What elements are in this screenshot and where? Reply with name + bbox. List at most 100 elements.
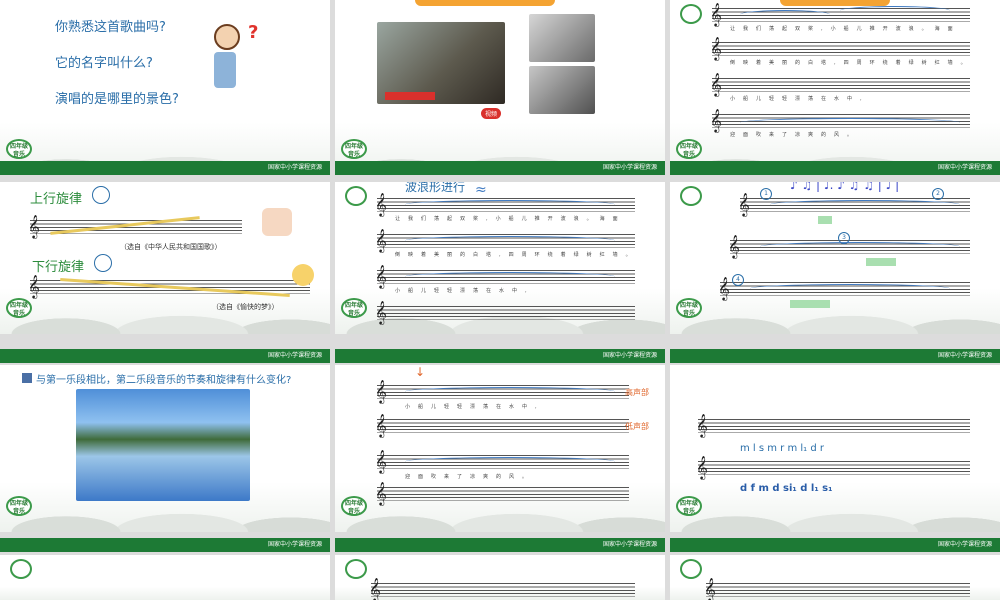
mountain-bg	[670, 484, 1000, 532]
lake-pagoda-photo	[76, 389, 250, 501]
question-icon	[22, 373, 32, 383]
singing-children-illustration	[262, 208, 292, 236]
lyric-line-1: 让我们荡起双桨,小船儿推开波浪。海面	[730, 26, 961, 32]
thinking-boy-illustration	[214, 24, 240, 94]
slide-8[interactable]: ↓ 𝄞 小船儿轻轻漂荡在水中, 𝄞 高声部 低声部 𝄞 迎面吹来了凉爽的风。 𝄞…	[335, 365, 665, 532]
grade-badge: 四年级音乐	[6, 139, 32, 159]
melody-contour	[740, 10, 830, 19]
melody-contour	[770, 200, 960, 209]
logo-icon	[680, 559, 702, 579]
footer-bar: 国家中小学课程资源	[670, 161, 1000, 175]
staff-line-2: 𝄞	[710, 36, 970, 60]
footer-bar: 国家中小学课程资源	[670, 538, 1000, 552]
melody-contour	[405, 236, 615, 245]
grade-badge: 四年级音乐	[6, 496, 32, 516]
highlight-lyric	[790, 300, 830, 308]
highlight-lyric	[866, 258, 896, 266]
staff-upper: 𝄞	[696, 413, 970, 437]
staff-lower: 𝄞	[696, 455, 970, 479]
solfege-lower: d f m d si₁ d l₁ s₁	[740, 483, 833, 494]
lyric-line-1: 让我们荡起双桨,小船儿推开波浪。海面	[395, 216, 626, 222]
slide-3[interactable]: 𝄞 让我们荡起双桨,小船儿推开波浪。海面 𝄞 倒映着美丽的白塔,四周环绕着绿树红…	[670, 0, 1000, 175]
staff-lower-2: 𝄞	[375, 481, 629, 505]
melody-contour	[740, 118, 960, 127]
logo-icon	[345, 559, 367, 579]
rhythm-pattern: ♪ ♫ | ♩. ♪ ♫ ♫ | ♩ |	[790, 182, 900, 192]
melody-contour	[405, 272, 615, 281]
question-3: 演唱的是哪里的景色?	[55, 92, 179, 107]
solfege-upper: m l s m r m l₁ d r	[740, 443, 824, 454]
note-icon	[94, 254, 112, 272]
lyric-line-3: 小船儿轻轻漂荡在水中,	[730, 96, 870, 102]
grade-badge: 四年级音乐	[676, 298, 702, 318]
movie-still-photo-3	[529, 66, 595, 114]
footer-bar: 国家中小学课程资源	[335, 349, 665, 363]
slide-title-banner	[780, 0, 890, 6]
slide-6[interactable]: ♪ ♫ | ♩. ♪ ♫ ♫ | ♩ | 𝄞 𝄞 𝄞 1 2 3 4 四年级音乐	[670, 182, 1000, 334]
lyric-line-2: 倒映着美丽的白塔,四周环绕着绿树红墙。	[395, 252, 639, 258]
movie-still-photo-2	[529, 14, 595, 62]
slide-9[interactable]: 𝄞 m l s m r m l₁ d r 𝄞 d f m d si₁ d l₁ …	[670, 365, 1000, 532]
descending-melody-label: 下行旋律	[32, 260, 85, 275]
question-1: 你熟悉这首歌曲吗?	[55, 20, 166, 35]
logo-icon	[10, 559, 32, 579]
melody-contour	[750, 284, 950, 293]
lyric-line-2: 倒映着美丽的白塔,四周环绕着绿树红墙。	[730, 60, 974, 66]
phrase-marker-1: 1	[760, 188, 772, 200]
slide-5[interactable]: 波浪形进行 ≈ 𝄞 让我们荡起双桨,小船儿推开波浪。海面 𝄞 倒映着美丽的白塔,…	[335, 182, 665, 334]
footer-bar: 国家中小学课程资源	[0, 538, 330, 552]
melody-contour	[405, 457, 615, 466]
lyric-line-4: 迎面吹来了凉爽的风。	[730, 132, 861, 138]
footer-bar: 国家中小学课程资源	[0, 161, 330, 175]
logo-icon	[680, 186, 702, 206]
question-mark-icon: ?	[248, 22, 259, 43]
footer-bar: 国家中小学课程资源	[0, 349, 330, 363]
staff-line-1: 𝄞	[369, 577, 635, 600]
question-2: 它的名字叫什么?	[55, 56, 153, 71]
melody-contour	[405, 387, 615, 396]
moon-illustration	[292, 264, 314, 286]
footer-bar: 国家中小学课程资源	[670, 349, 1000, 363]
down-arrow-icon: ↓	[415, 365, 426, 379]
slide-12[interactable]: 𝄞	[670, 555, 1000, 600]
low-voice-label: 低声部	[625, 422, 649, 431]
descending-source: （选自《愉快的梦》）	[212, 303, 279, 311]
grade-badge: 四年级音乐	[676, 496, 702, 516]
footer-bar: 国家中小学课程资源	[335, 538, 665, 552]
slide-title: 波浪形进行	[405, 182, 466, 194]
slide-7[interactable]: 与第一乐段相比，第二乐段音乐的节奏和旋律有什么变化? 四年级音乐	[0, 365, 330, 532]
footer-bar: 国家中小学课程资源	[335, 161, 665, 175]
lyric-line-3: 小船儿轻轻漂荡在水中,	[405, 404, 545, 410]
phrase-marker-2: 2	[932, 188, 944, 200]
video-tag[interactable]: 视频	[481, 108, 502, 119]
slide-2[interactable]: 视频 四年级音乐	[335, 0, 665, 175]
slide-1[interactable]: 你熟悉这首歌曲吗? 它的名字叫什么? 演唱的是哪里的景色? ? 四年级音乐	[0, 0, 330, 175]
slide-title-banner	[415, 0, 555, 6]
melody-contour	[840, 6, 950, 15]
grade-badge: 四年级音乐	[341, 496, 367, 516]
wave-icon: ≈	[475, 182, 487, 198]
phrase-marker-4: 4	[732, 274, 744, 286]
question-text: 与第一乐段相比，第二乐段音乐的节奏和旋律有什么变化?	[36, 375, 292, 386]
slide-4[interactable]: 上行旋律 𝄞 （选自《中华人民共和国国歌》） 下行旋律 𝄞 （选自《愉快的梦》）…	[0, 182, 330, 334]
grade-badge: 四年级音乐	[676, 139, 702, 159]
grade-badge: 四年级音乐	[6, 298, 32, 318]
melody-contour	[405, 200, 615, 209]
grade-badge: 四年级音乐	[341, 298, 367, 318]
logo-icon	[680, 4, 702, 24]
slide-11[interactable]: 𝄞	[335, 555, 665, 600]
slide-10[interactable]	[0, 555, 330, 600]
lyric-line-3: 小船儿轻轻漂荡在水中,	[395, 288, 535, 294]
grade-badge: 四年级音乐	[341, 139, 367, 159]
highlight-lyric	[818, 216, 832, 224]
lyric-line-4: 迎面吹来了凉爽的风。	[405, 474, 536, 480]
melody-contour	[760, 242, 960, 251]
high-voice-label: 高声部	[625, 388, 649, 397]
staff-lower-1: 𝄞	[375, 413, 629, 437]
staff-line-3: 𝄞	[710, 72, 970, 96]
logo-icon	[345, 186, 367, 206]
staff-line-4: 𝄞	[375, 300, 635, 324]
note-icon	[92, 186, 110, 204]
movie-still-caption	[385, 92, 435, 100]
staff-line-1: 𝄞	[704, 577, 970, 600]
